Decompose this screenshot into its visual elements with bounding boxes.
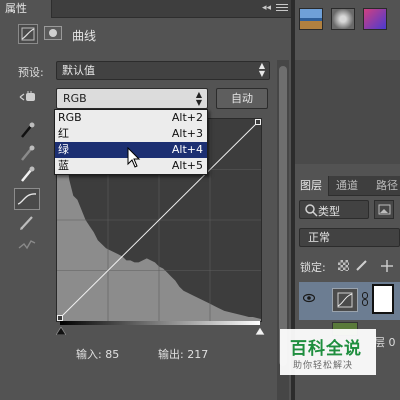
input-label: 输入: [76, 348, 102, 361]
collapse-icon[interactable]: ◂◂ [262, 1, 272, 15]
menu-item-red[interactable]: 红 Alt+3 [55, 126, 207, 142]
tab-layers[interactable]: 图层 [295, 176, 329, 196]
panel-menu-icon[interactable] [276, 2, 288, 14]
gray-point-eyedropper-icon[interactable] [16, 143, 38, 163]
layer-name: 层 0 [374, 336, 396, 349]
watermark-title: 百科全说 [290, 339, 362, 359]
menu-item-shortcut: Alt+2 [171, 111, 203, 124]
on-image-adjust-icon[interactable] [18, 90, 38, 104]
input-readout: 输入: 85 [76, 346, 119, 362]
black-point-eyedropper-icon[interactable] [16, 120, 38, 140]
lock-transparency-icon[interactable] [338, 260, 349, 271]
input-value: 85 [105, 348, 120, 361]
layer-filter-label: 类型 [318, 205, 340, 218]
output-gradient-bar [60, 321, 260, 325]
curves-adjustment-icon[interactable] [18, 24, 38, 44]
menu-item-label: 绿 [58, 143, 69, 156]
preset-thumbnail-landscape-icon[interactable] [299, 8, 323, 30]
preset-label: 预设: [18, 66, 44, 79]
lock-pixels-icon[interactable] [356, 260, 367, 271]
preset-thumbnail-cube-icon[interactable] [363, 8, 387, 30]
draw-pencil-icon[interactable] [16, 212, 38, 232]
image-filter-icon[interactable] [374, 200, 394, 219]
lock-label: 锁定: [300, 261, 326, 274]
menu-item-label: 蓝 [58, 159, 69, 172]
upper-right-panel [295, 60, 400, 164]
layer-mask-thumbnail[interactable] [372, 284, 394, 314]
menu-item-rgb[interactable]: RGB Alt+2 [55, 110, 207, 126]
select-arrows-icon: ▲ ▼ [258, 61, 265, 78]
menu-item-shortcut: Alt+4 [171, 143, 203, 156]
menu-item-label: RGB [58, 111, 82, 124]
watermark-subtitle: 助你轻松解决 [293, 361, 354, 371]
channel-select[interactable]: RGB ▲ ▼ [56, 88, 208, 109]
tab-properties[interactable]: 属性 [0, 0, 52, 18]
layer-mask-icon[interactable] [44, 26, 62, 40]
preset-thumbnail-pattern-icon[interactable] [331, 8, 355, 30]
preset-select[interactable]: 默认值 ▲ ▼ [56, 61, 270, 80]
output-label: 输出: [158, 348, 184, 361]
smooth-curve-icon[interactable] [16, 234, 38, 254]
adjustment-title: 曲线 [72, 29, 97, 43]
curve-control-point [255, 119, 261, 125]
select-arrows-icon: ▲ ▼ [195, 90, 202, 107]
curves-layer-thumbnail-icon [332, 288, 358, 312]
tab-paths[interactable]: 路径 [376, 176, 398, 196]
black-point-slider-icon[interactable] [55, 325, 67, 336]
properties-scrollbar-thumb[interactable] [279, 66, 287, 366]
adjustments-swatch-strip [295, 0, 400, 60]
menu-item-shortcut: Alt+5 [171, 159, 203, 172]
chain-link-icon[interactable] [362, 292, 368, 306]
preset-value: 默认值 [62, 64, 95, 77]
output-value: 217 [187, 348, 209, 361]
edit-points-curve-icon[interactable] [14, 188, 40, 210]
curve-control-point [57, 315, 63, 321]
search-icon [305, 204, 318, 217]
menu-item-shortcut: Alt+3 [171, 127, 203, 140]
white-point-slider-icon[interactable] [254, 325, 266, 336]
auto-button[interactable]: 自动 [216, 88, 268, 109]
blend-mode-select[interactable]: 正常 [299, 228, 400, 247]
channel-value: RGB [63, 92, 87, 105]
menu-item-label: 红 [58, 127, 69, 140]
visibility-eye-icon[interactable] [302, 293, 316, 303]
tab-channels[interactable]: 通道 [336, 176, 358, 196]
watermark: 百科全说 助你轻松解决 [280, 329, 376, 375]
lock-position-icon[interactable] [381, 260, 393, 272]
output-readout: 输出: 217 [158, 346, 208, 362]
mouse-pointer-icon [127, 146, 141, 169]
white-point-eyedropper-icon[interactable] [16, 164, 38, 184]
